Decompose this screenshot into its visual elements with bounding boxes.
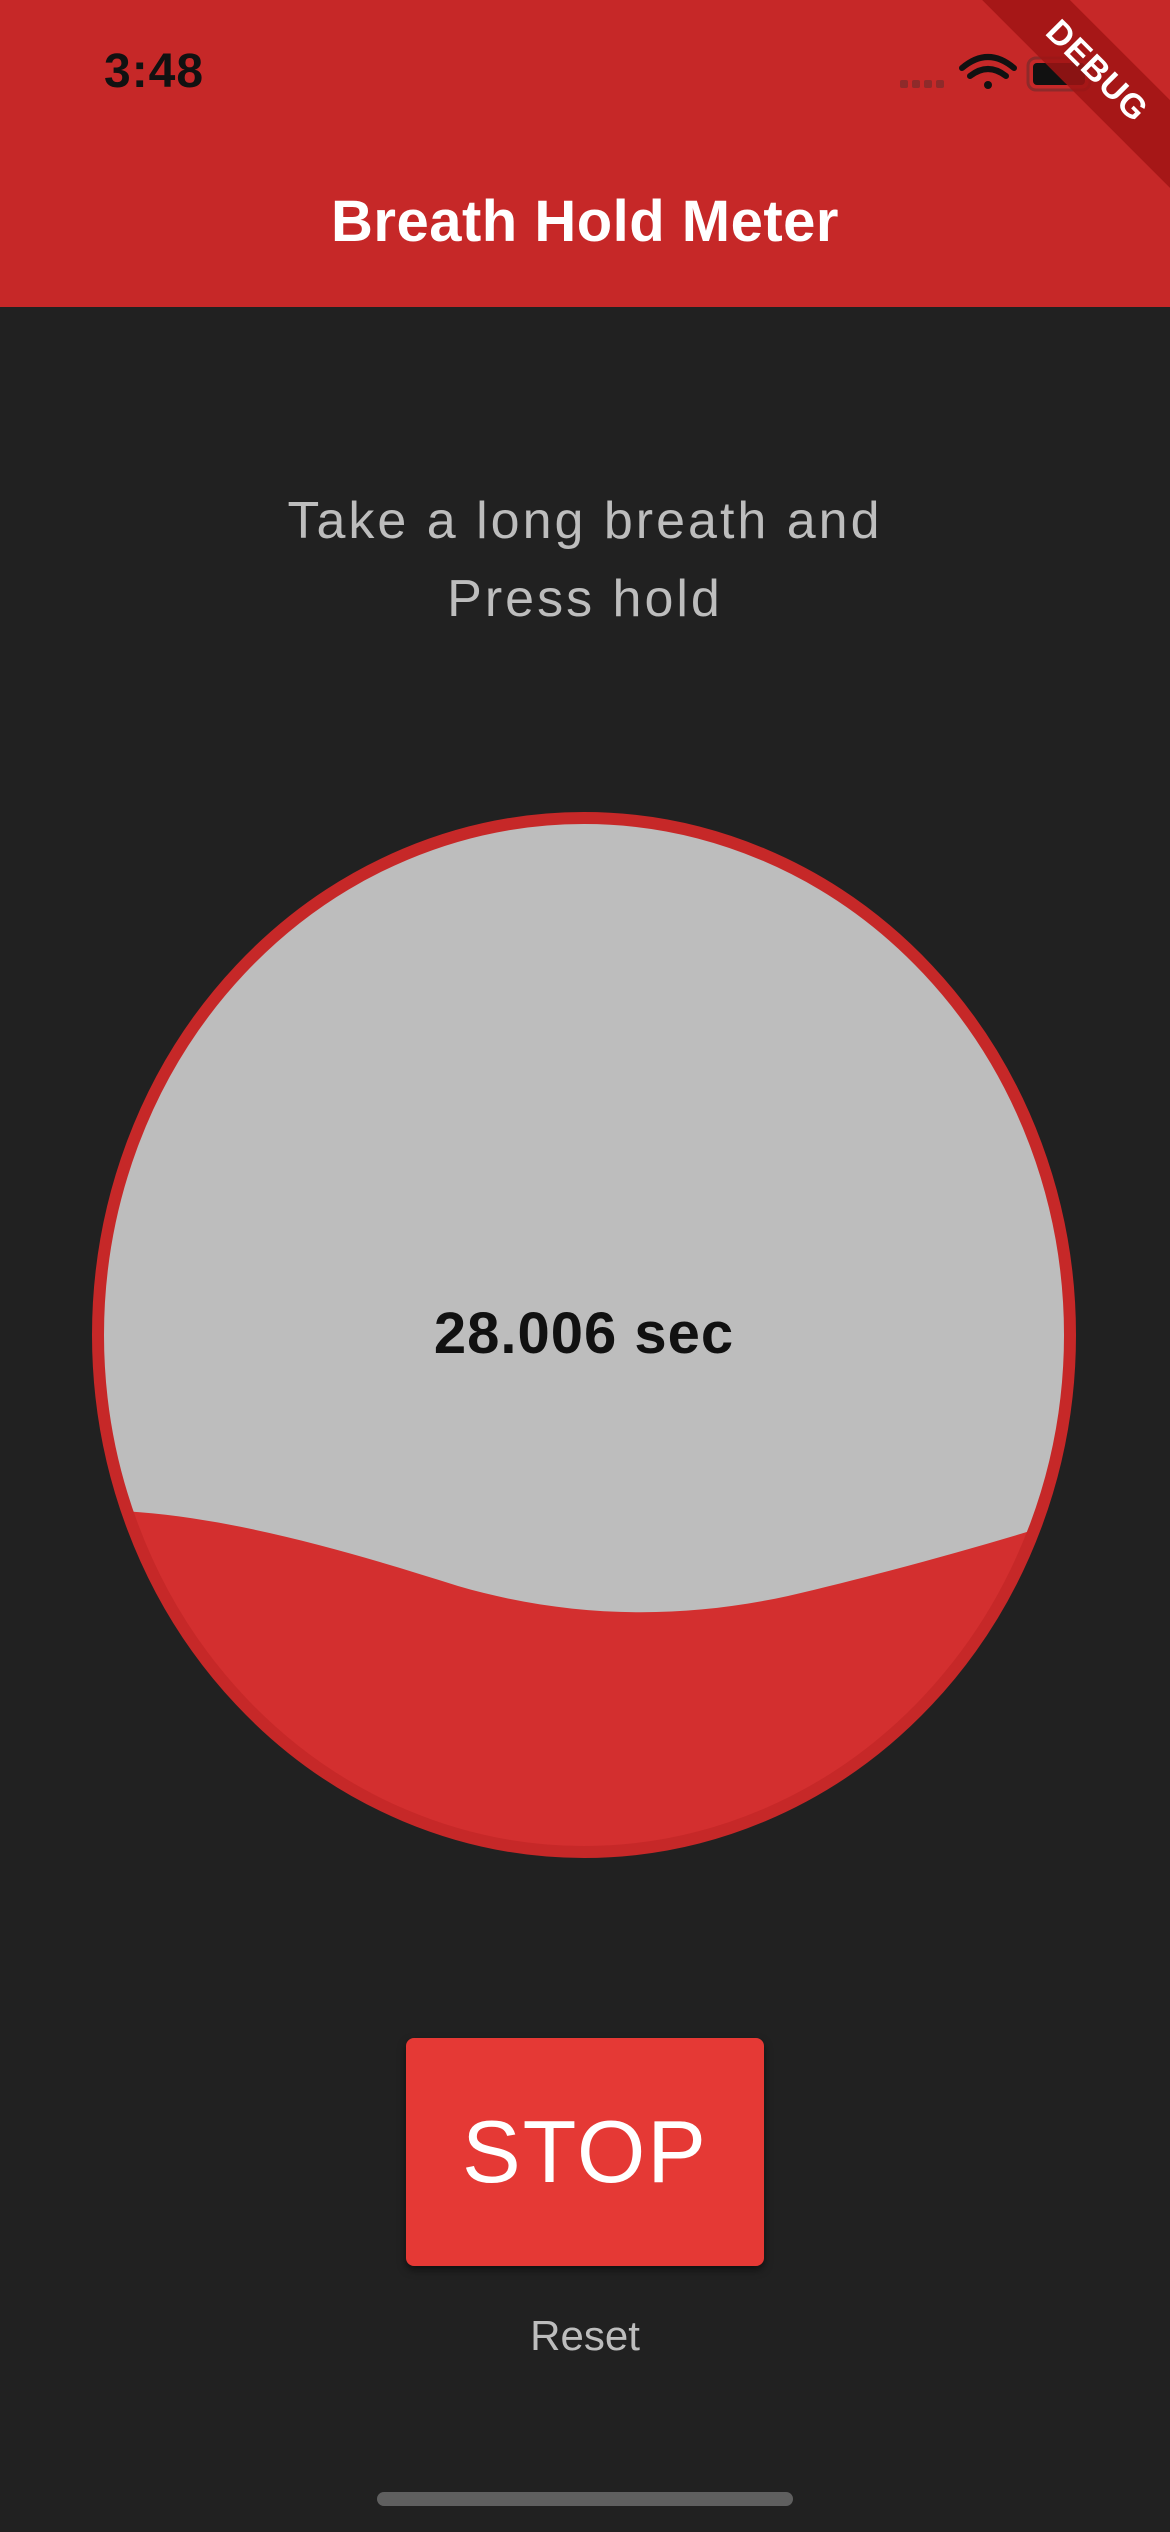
elapsed-time-value: 28.006 sec xyxy=(433,1301,735,1366)
stop-button[interactable]: STOP xyxy=(406,2038,764,2266)
instruction-line-2: Press hold xyxy=(447,570,723,628)
breath-gauge: 28.006 sec xyxy=(88,808,1080,1862)
status-time: 3:48 xyxy=(104,45,205,98)
app-bar: 3:48 Breath Hold Meter DEBUG xyxy=(0,0,1170,307)
reset-button[interactable]: Reset xyxy=(485,2312,685,2360)
instruction-text: Take a long breath and Press hold xyxy=(0,482,1170,638)
home-indicator[interactable] xyxy=(377,2492,793,2506)
cellular-signal-icon xyxy=(900,80,944,88)
debug-banner-label: DEBUG xyxy=(972,0,1170,196)
instruction-line-1: Take a long breath and xyxy=(287,492,883,550)
debug-banner: DEBUG xyxy=(970,0,1170,200)
app-screen: 3:48 Breath Hold Meter DEBUG Take a long… xyxy=(0,0,1170,2532)
